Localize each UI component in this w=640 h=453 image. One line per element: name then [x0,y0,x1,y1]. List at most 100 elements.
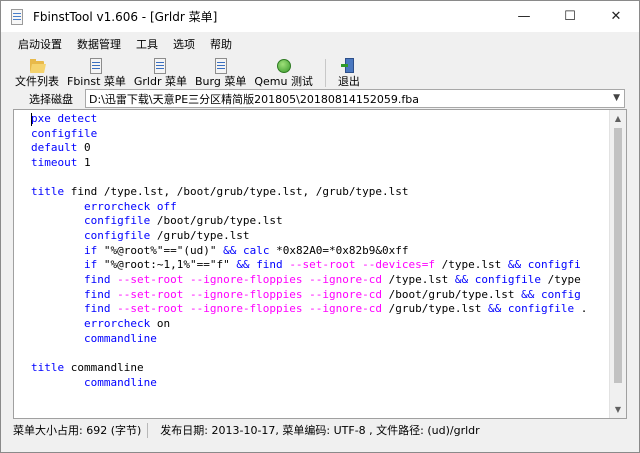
code-token: configfile [31,126,98,140]
code-token: . [574,302,588,316]
file-list-button[interactable]: 文件列表 [15,57,59,89]
code-token: && [487,302,502,316]
code-token: title [31,185,65,199]
menu-tools[interactable]: 工具 [129,35,166,55]
code-token: /grub/type.lst [382,302,488,316]
qemu-test-button[interactable]: Qemu 测试 [254,57,313,89]
code-token: /boot/grub/type.lst [150,214,283,228]
code-token: if [83,258,98,272]
code-line[interactable]: if "%@root:~1,1%"=="f" && find --set-roo… [31,258,587,273]
menu-editor[interactable]: pxe detect configfile default 0 timeout 1 t… [13,109,627,419]
code-token: pxe detect [31,112,98,125]
code-token: if [83,243,98,257]
code-token: /type [540,273,581,287]
code-line[interactable]: pxe detect [31,112,587,127]
code-line[interactable]: default 0 [31,141,587,156]
code-token: calc [242,243,270,257]
disk-select-row: 选择磁盘 D:\迅雷下载\天意PE三分区精简版201805\2018081415… [1,89,639,109]
code-token: 0 [77,141,91,155]
menu-options[interactable]: 选项 [166,35,203,55]
code-token: && [454,273,469,287]
code-text[interactable]: pxe detect configfile default 0 timeout 1 t… [31,112,587,390]
code-line[interactable]: timeout 1 [31,156,587,171]
code-line[interactable]: configfile /boot/grub/type.lst [31,214,587,229]
status-file-info: 发布日期: 2013-10-17, 菜单编码: UTF-8 , 文件路径: (u… [160,424,480,437]
app-icon [9,8,25,25]
code-token: on [150,316,171,330]
code-token: commandline [64,360,144,374]
code-token: find [83,287,111,301]
code-token: find [256,258,283,272]
title-bar[interactable]: FbinstTool v1.606 - [Grldr 菜单] — ☐ ✕ [1,1,639,32]
code-token: /type.lst [435,258,508,272]
grldr-menu-label: Grldr 菜单 [133,75,187,88]
code-token: title [31,360,65,374]
code-line[interactable]: errorcheck on [31,317,587,332]
close-button[interactable]: ✕ [593,1,639,32]
code-token: && [507,258,522,272]
menu-data-management[interactable]: 数据管理 [70,35,129,55]
exit-icon [340,58,357,73]
qemu-test-label: Qemu 测试 [254,75,313,88]
menu-help[interactable]: 帮助 [203,35,240,55]
code-line[interactable]: title find /type.lst, /boot/grub/type.ls… [31,185,587,200]
qemu-icon [276,58,292,73]
code-token: errorcheck off [83,199,177,213]
code-line[interactable]: find --set-root --ignore-floppies --igno… [31,288,587,303]
code-line[interactable]: errorcheck off [31,200,587,215]
chevron-down-icon[interactable]: ▼ [613,93,620,103]
code-token: && [236,258,250,272]
scroll-down-icon[interactable]: ▼ [610,401,626,418]
code-token: configfi [527,258,581,272]
code-token: configfile [507,302,575,316]
code-token: "%@root:~1,1%"=="f" [97,258,237,272]
code-line[interactable] [31,346,587,361]
disk-select-dropdown[interactable]: D:\迅雷下载\天意PE三分区精简版201805\20180814152059.… [85,89,625,108]
code-line[interactable]: find --set-root --ignore-floppies --igno… [31,302,587,317]
window-controls: — ☐ ✕ [501,1,639,32]
status-menu-size: 菜单大小占用: 692 (字节) [13,424,142,437]
code-token: commandline [83,331,157,345]
code-line[interactable]: if "%@root%"=="(ud)" && calc *0x82A0=*0x… [31,244,587,259]
exit-label: 退出 [337,75,360,88]
code-line[interactable]: find --set-root --ignore-floppies --igno… [31,273,587,288]
folder-icon [29,58,46,73]
exit-button[interactable]: 退出 [338,57,360,89]
code-token: commandline [83,375,157,389]
code-line[interactable]: commandline [31,332,587,347]
burg-menu-button[interactable]: Burg 菜单 [195,57,246,89]
code-line[interactable]: title commandline [31,361,587,376]
code-line[interactable]: configfile /grub/type.lst [31,229,587,244]
code-token: --set-root --ignore-floppies --ignore-cd [117,273,383,287]
code-line[interactable]: configfile [31,127,587,142]
code-line[interactable] [31,171,587,186]
text-caret [31,113,32,126]
code-token: config [540,287,581,301]
fbinst-menu-button[interactable]: Fbinst 菜单 [67,57,126,89]
vertical-scrollbar[interactable]: ▲ ▼ [609,110,626,418]
scroll-thumb[interactable] [614,128,622,383]
scroll-up-icon[interactable]: ▲ [610,110,626,127]
code-token: configfile [83,214,151,228]
maximize-button[interactable]: ☐ [547,1,593,32]
code-line[interactable]: commandline [31,376,587,391]
menu-startup-settings[interactable]: 启动设置 [11,35,70,55]
grldr-menu-button[interactable]: Grldr 菜单 [134,57,187,89]
code-token: /grub/type.lst [150,229,250,243]
disk-select-value: D:\迅雷下载\天意PE三分区精简版201805\20180814152059.… [89,92,419,106]
code-token: /type.lst [382,273,455,287]
toolbar: 文件列表 Fbinst 菜单 Grldr 菜单 Burg 菜单 Qemu 测试 … [1,57,639,89]
minimize-button[interactable]: — [501,1,547,32]
code-token: 1 [77,155,91,169]
